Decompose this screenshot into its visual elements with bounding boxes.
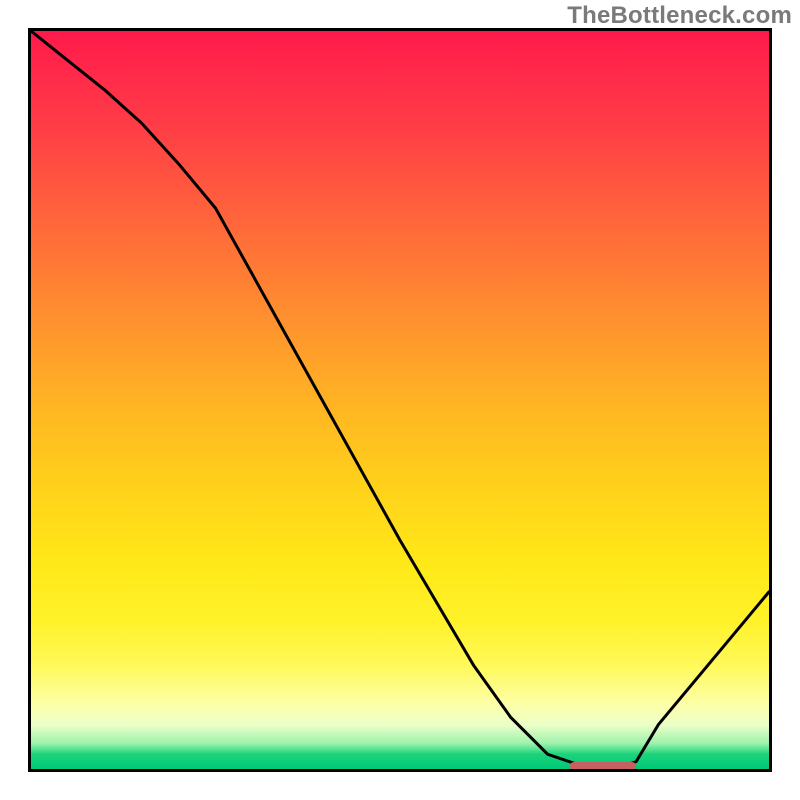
chart-canvas: TheBottleneck.com — [0, 0, 800, 800]
bottleneck-curve-line — [31, 31, 769, 767]
optimal-range-marker — [570, 762, 636, 771]
watermark-text: TheBottleneck.com — [567, 2, 792, 30]
plot-frame — [28, 28, 772, 772]
line-plot-svg — [31, 31, 769, 769]
